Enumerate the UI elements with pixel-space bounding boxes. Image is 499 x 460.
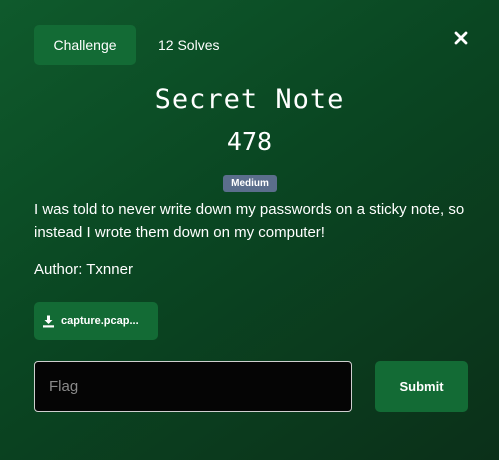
file-download-label: capture.pcap... bbox=[61, 315, 139, 327]
close-button[interactable] bbox=[451, 28, 471, 48]
challenge-title: Secret Note bbox=[154, 84, 345, 115]
file-download-button[interactable]: capture.pcap... bbox=[34, 302, 158, 340]
challenge-description: I was told to never write down my passwo… bbox=[34, 201, 465, 241]
difficulty-badge: Medium bbox=[223, 175, 277, 192]
tab-solves-label: 12 Solves bbox=[158, 37, 220, 53]
challenge-modal: Challenge 12 Solves Secret Note 478 Medi… bbox=[0, 0, 499, 460]
close-icon bbox=[454, 31, 468, 45]
download-icon bbox=[42, 314, 56, 328]
tab-solves[interactable]: 12 Solves bbox=[158, 25, 219, 65]
challenge-author: Author: Txnner bbox=[34, 261, 133, 278]
flag-input[interactable] bbox=[34, 361, 352, 412]
challenge-points: 478 bbox=[226, 127, 273, 156]
tab-challenge[interactable]: Challenge bbox=[34, 25, 136, 65]
submit-button[interactable]: Submit bbox=[375, 361, 468, 412]
tab-challenge-label: Challenge bbox=[53, 37, 117, 53]
